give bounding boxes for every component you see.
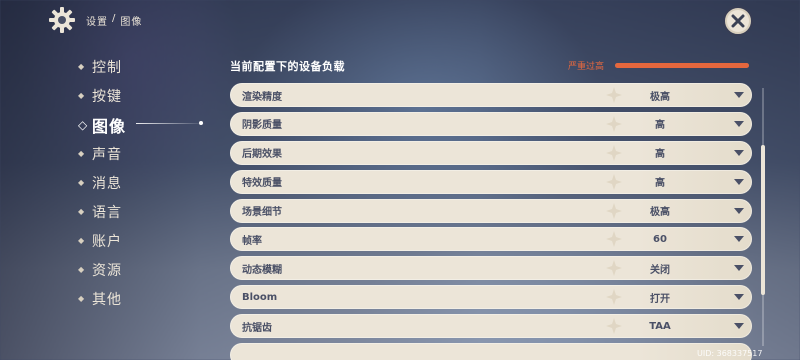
setting-label: 抗锯齿	[242, 322, 272, 334]
graphics-settings-list: 渲染精度 极高 阴影质量 高 后期效果 高 特效质量 高 场景细节 极高 帧率 …	[230, 83, 752, 360]
close-button[interactable]	[725, 8, 751, 34]
sidebar-item-resources[interactable]: ◆ 资源	[78, 255, 208, 284]
setting-row-anti-aliasing[interactable]: 抗锯齿 TAA	[230, 314, 752, 339]
sidebar-item-label: 账户	[92, 233, 122, 250]
setting-value: 关闭	[650, 264, 670, 276]
setting-row-post-processing[interactable]: 后期效果 高	[230, 140, 752, 165]
sidebar-item-label: 控制	[92, 59, 122, 76]
triangle-down-icon	[734, 323, 744, 330]
setting-value: 极高	[650, 207, 670, 219]
device-load-bar-fill	[615, 63, 749, 68]
diamond-icon: ◆	[78, 62, 86, 71]
setting-value: TAA	[649, 320, 671, 332]
sidebar-item-audio[interactable]: ◆ 声音	[78, 139, 208, 168]
sidebar-item-label: 语言	[92, 204, 122, 221]
sidebar-item-label: 声音	[92, 146, 122, 163]
setting-label: 场景细节	[242, 207, 282, 219]
setting-label: Bloom	[242, 291, 278, 303]
setting-row-frame-rate[interactable]: 帧率 60	[230, 227, 752, 252]
diamond-icon: ◆	[78, 207, 86, 216]
diamond-icon: ◆	[78, 91, 86, 100]
setting-value: 60	[653, 233, 667, 245]
setting-value: 高	[655, 149, 665, 161]
sidebar-item-other[interactable]: ◆ 其他	[78, 284, 208, 313]
setting-row-render-resolution[interactable]: 渲染精度 极高	[230, 83, 752, 107]
sidebar-item-account[interactable]: ◆ 账户	[78, 226, 208, 255]
triangle-down-icon	[734, 236, 744, 243]
diamond-icon: ◆	[78, 236, 86, 245]
sidebar-item-label: 消息	[92, 175, 122, 192]
setting-label: 特效质量	[242, 178, 282, 190]
setting-value: 高	[655, 178, 665, 190]
device-load-title: 当前配置下的设备负载	[230, 60, 345, 73]
sidebar-item-label: 资源	[92, 262, 122, 279]
settings-sidebar: ◆ 控制 ◆ 按键 ◇ 图像 ◆ 声音 ◆ 消息 ◆ 语言 ◆ 账户 ◆ 资源 ◆ 其他	[78, 52, 208, 313]
breadcrumb: 设置 / 图像	[86, 13, 142, 28]
sidebar-item-label: 按键	[92, 88, 122, 105]
active-tab-indicator-dot	[199, 121, 203, 125]
setting-label: 动态模糊	[242, 264, 282, 276]
sidebar-item-keybinds[interactable]: ◆ 按键	[78, 81, 208, 110]
setting-row-motion-blur[interactable]: 动态模糊 关闭	[230, 256, 752, 281]
setting-label: 后期效果	[242, 149, 282, 161]
triangle-down-icon	[734, 294, 744, 301]
triangle-down-icon	[734, 265, 744, 272]
setting-value: 极高	[650, 91, 670, 103]
device-load-bar	[615, 63, 749, 68]
setting-row-shadow-quality[interactable]: 阴影质量 高	[230, 111, 752, 136]
diamond-icon: ◇	[78, 117, 89, 132]
sidebar-item-label: 图像	[92, 116, 127, 136]
uid-label: UID: 368337517	[697, 349, 763, 358]
setting-label: 阴影质量	[242, 120, 282, 132]
sidebar-item-graphics[interactable]: ◇ 图像	[78, 110, 208, 139]
diamond-icon: ◆	[78, 178, 86, 187]
breadcrumb-current: 图像	[120, 16, 143, 28]
sidebar-item-controls[interactable]: ◆ 控制	[78, 52, 208, 81]
breadcrumb-parent: 设置	[86, 16, 108, 28]
diamond-icon: ◆	[78, 149, 86, 158]
gear-icon	[48, 6, 76, 34]
scrollbar-thumb[interactable]	[761, 145, 765, 295]
setting-row-bloom[interactable]: Bloom 打开	[230, 285, 752, 310]
sidebar-item-language[interactable]: ◆ 语言	[78, 197, 208, 226]
triangle-down-icon	[734, 149, 744, 156]
sidebar-item-notifications[interactable]: ◆ 消息	[78, 168, 208, 197]
triangle-down-icon	[734, 92, 744, 98]
device-load-status: 严重过高	[568, 62, 605, 72]
close-icon	[731, 14, 745, 28]
diamond-icon: ◆	[78, 294, 86, 303]
setting-row-partial[interactable]	[230, 343, 752, 360]
device-load-row: 当前配置下的设备负载 严重过高	[230, 58, 750, 74]
header: 设置 / 图像	[48, 6, 142, 34]
triangle-down-icon	[734, 178, 744, 185]
triangle-down-icon	[734, 120, 744, 127]
setting-row-scene-detail[interactable]: 场景细节 极高	[230, 198, 752, 223]
setting-label: 帧率	[242, 235, 262, 247]
setting-value: 打开	[650, 293, 670, 305]
active-tab-indicator-line	[136, 123, 206, 124]
triangle-down-icon	[734, 207, 744, 214]
setting-value: 高	[655, 120, 665, 132]
breadcrumb-separator: /	[112, 12, 117, 24]
sidebar-item-label: 其他	[92, 291, 122, 308]
diamond-icon: ◆	[78, 265, 86, 274]
setting-label: 渲染精度	[242, 91, 282, 103]
setting-row-effects-quality[interactable]: 特效质量 高	[230, 169, 752, 194]
